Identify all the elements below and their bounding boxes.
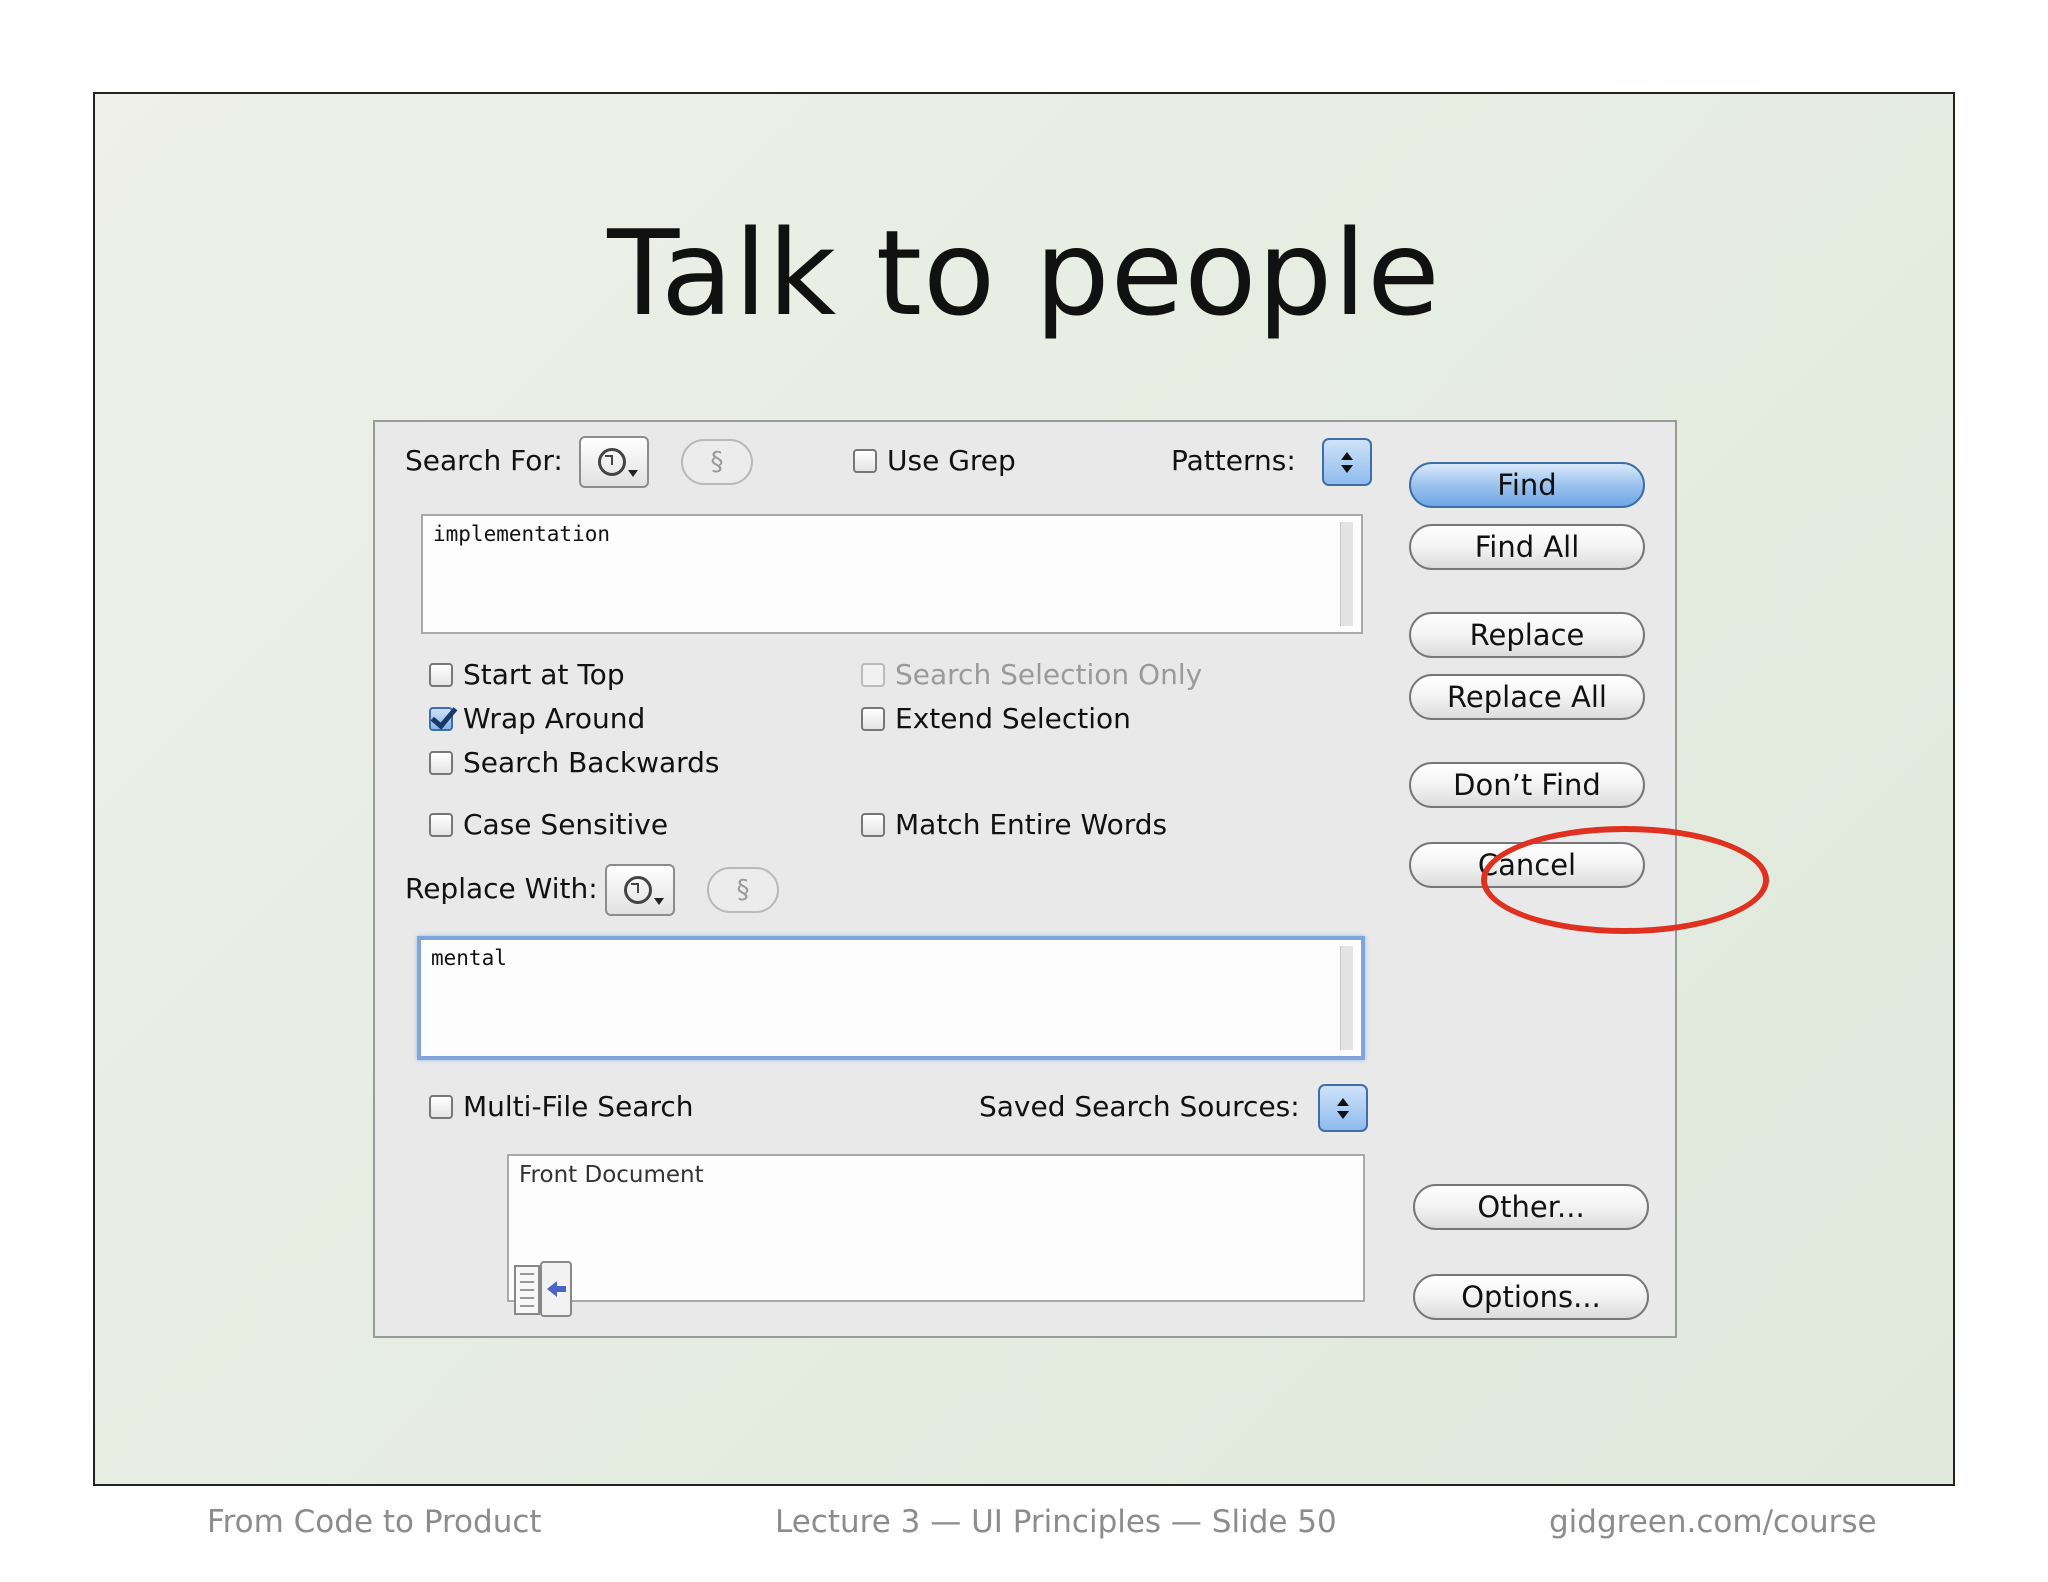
replace-button[interactable]: Replace: [1409, 612, 1645, 658]
dont-find-button[interactable]: Don’t Find: [1409, 762, 1645, 808]
stepper-down-icon: [1341, 464, 1353, 473]
use-grep-checkbox[interactable]: [853, 448, 877, 473]
start-at-top-checkbox[interactable]: [429, 662, 453, 687]
clock-history-icon: [624, 876, 652, 904]
extend-selection-checkbox[interactable]: [861, 706, 885, 731]
use-grep-label: Use Grep: [887, 444, 1016, 477]
multi-file-search-label: Multi-File Search: [463, 1090, 694, 1123]
options-button[interactable]: Options...: [1413, 1274, 1649, 1320]
search-backwards-option[interactable]: Search Backwards: [429, 746, 720, 779]
chevron-down-icon: [654, 898, 664, 905]
wrap-around-checkbox[interactable]: [429, 706, 453, 731]
clock-history-icon: [598, 448, 626, 476]
find-button[interactable]: Find: [1409, 462, 1645, 508]
replace-text-field[interactable]: mental: [417, 936, 1365, 1060]
search-backwards-label: Search Backwards: [463, 746, 720, 779]
stepper-up-icon: [1337, 1097, 1349, 1106]
sources-list[interactable]: Front Document: [507, 1154, 1365, 1302]
other-button[interactable]: Other...: [1413, 1184, 1649, 1230]
replace-special-chars-button[interactable]: §: [707, 867, 779, 913]
footer-right: gidgreen.com/course: [1549, 1504, 1877, 1540]
multi-file-search-checkbox[interactable]: [429, 1094, 453, 1119]
extend-selection-label: Extend Selection: [895, 702, 1131, 735]
wrap-around-label: Wrap Around: [463, 702, 646, 735]
footer-left: From Code to Product: [207, 1504, 542, 1540]
replace-with-label: Replace With:: [405, 872, 598, 905]
replace-all-button[interactable]: Replace All: [1409, 674, 1645, 720]
match-entire-words-checkbox[interactable]: [861, 812, 885, 837]
extend-selection-option[interactable]: Extend Selection: [861, 702, 1131, 735]
search-text-scrollbar[interactable]: [1340, 522, 1353, 626]
start-at-top-label: Start at Top: [463, 658, 625, 691]
replace-text-value: mental: [431, 946, 507, 970]
match-entire-words-label: Match Entire Words: [895, 808, 1168, 841]
slide: Talk to people Search For: § Use Grep Pa…: [93, 92, 1955, 1540]
case-sensitive-label: Case Sensitive: [463, 808, 669, 841]
search-selection-only-label: Search Selection Only: [895, 658, 1203, 691]
search-for-label: Search For:: [405, 444, 563, 477]
saved-sources-stepper[interactable]: [1318, 1084, 1368, 1132]
use-grep-option[interactable]: Use Grep: [853, 444, 1016, 477]
case-sensitive-checkbox[interactable]: [429, 812, 453, 837]
search-text-field[interactable]: implementation: [421, 514, 1363, 634]
footer-center: Lecture 3 — UI Principles — Slide 50: [775, 1504, 1337, 1540]
search-selection-only-option: Search Selection Only: [861, 658, 1202, 691]
patterns-stepper[interactable]: [1322, 438, 1372, 486]
search-text-value: implementation: [433, 522, 611, 546]
patterns-label: Patterns:: [1171, 444, 1296, 477]
add-source-arrow-icon[interactable]: [513, 1260, 575, 1318]
chevron-down-icon: [628, 470, 638, 477]
search-selection-only-checkbox: [861, 662, 885, 687]
find-all-button[interactable]: Find All: [1409, 524, 1645, 570]
stepper-down-icon: [1337, 1110, 1349, 1119]
multi-file-search-option[interactable]: Multi-File Search: [429, 1090, 694, 1123]
match-entire-words-option[interactable]: Match Entire Words: [861, 808, 1167, 841]
start-at-top-option[interactable]: Start at Top: [429, 658, 625, 691]
saved-search-sources-label: Saved Search Sources:: [979, 1090, 1300, 1123]
slide-title: Talk to people: [607, 204, 1441, 342]
highlight-ellipse: [1481, 826, 1769, 934]
replace-history-popup[interactable]: [605, 864, 675, 916]
replace-text-scrollbar[interactable]: [1340, 946, 1353, 1050]
sources-list-item[interactable]: Front Document: [519, 1162, 1353, 1188]
search-backwards-checkbox[interactable]: [429, 750, 453, 775]
stepper-up-icon: [1341, 451, 1353, 460]
search-special-chars-button[interactable]: §: [681, 439, 753, 485]
case-sensitive-option[interactable]: Case Sensitive: [429, 808, 668, 841]
search-history-popup[interactable]: [579, 436, 649, 488]
wrap-around-option[interactable]: Wrap Around: [429, 702, 645, 735]
